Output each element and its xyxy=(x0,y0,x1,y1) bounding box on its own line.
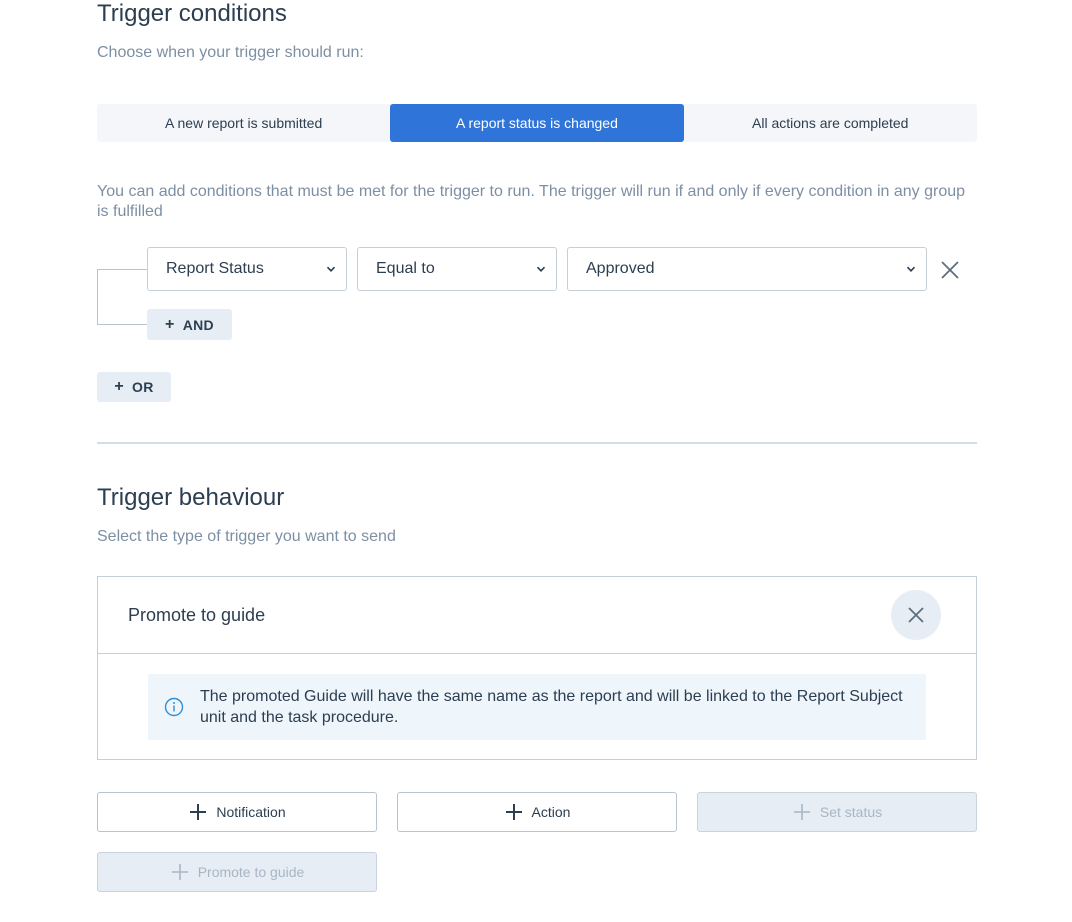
info-icon xyxy=(164,697,184,717)
set-status-button[interactable]: Set status xyxy=(697,792,977,832)
behaviour-title: Trigger behaviour xyxy=(97,484,285,511)
plus-icon xyxy=(190,804,207,820)
remove-behaviour-button[interactable] xyxy=(891,590,941,640)
add-or-group-button[interactable]: + OR xyxy=(97,372,171,402)
notification-label: Notification xyxy=(216,804,286,820)
card-title: Promote to guide xyxy=(128,605,266,625)
and-label: AND xyxy=(182,316,214,333)
add-action-button[interactable]: Action xyxy=(397,792,677,832)
plus-icon: + xyxy=(165,315,175,333)
chevron-down-icon xyxy=(536,266,546,272)
condition-field-value: Report Status xyxy=(166,260,264,277)
tab-report-status-changed[interactable]: A report status is changed xyxy=(390,104,684,142)
condition-value-select[interactable]: Approved xyxy=(567,247,927,291)
conditions-subtitle: Choose when your trigger should run: xyxy=(97,44,364,61)
action-label: Action xyxy=(531,804,571,820)
or-label: OR xyxy=(132,379,154,395)
set-status-label: Set status xyxy=(819,804,883,820)
promote-label: Promote to guide xyxy=(197,864,305,880)
trigger-type-selector: A new report is submitted A report statu… xyxy=(97,104,977,142)
tab-new-report-submitted[interactable]: A new report is submitted xyxy=(97,104,390,142)
add-and-condition-button[interactable]: + AND xyxy=(147,309,232,340)
remove-condition-close-icon[interactable] xyxy=(938,258,962,282)
plus-icon xyxy=(793,804,810,820)
promote-to-guide-button[interactable]: Promote to guide xyxy=(97,852,377,892)
chevron-down-icon xyxy=(906,266,916,272)
info-callout: The promoted Guide will have the same na… xyxy=(148,674,926,740)
condition-operator-select[interactable]: Equal to xyxy=(357,247,557,291)
group-connector-line xyxy=(97,269,98,325)
promote-to-guide-card: Promote to guide The promoted Guide will… xyxy=(97,576,977,760)
condition-value-value: Approved xyxy=(586,260,655,277)
plus-icon: + xyxy=(114,378,125,395)
plus-icon xyxy=(505,804,522,820)
group-connector-line xyxy=(97,269,147,270)
conditions-title: Trigger conditions xyxy=(97,0,287,27)
chevron-down-icon xyxy=(326,266,336,272)
condition-operator-value: Equal to xyxy=(376,260,435,277)
tab-all-actions-completed[interactable]: All actions are completed xyxy=(684,104,977,142)
plus-icon xyxy=(171,864,188,880)
section-divider xyxy=(97,442,977,444)
add-notification-button[interactable]: Notification xyxy=(97,792,377,832)
info-text: The promoted Guide will have the same na… xyxy=(200,688,903,726)
group-connector-line xyxy=(97,324,147,325)
behaviour-subtitle: Select the type of trigger you want to s… xyxy=(97,528,396,545)
condition-field-select[interactable]: Report Status xyxy=(147,247,347,291)
conditions-description: You can add conditions that must be met … xyxy=(97,183,966,220)
close-icon xyxy=(908,607,924,623)
card-header: Promote to guide xyxy=(98,577,976,654)
